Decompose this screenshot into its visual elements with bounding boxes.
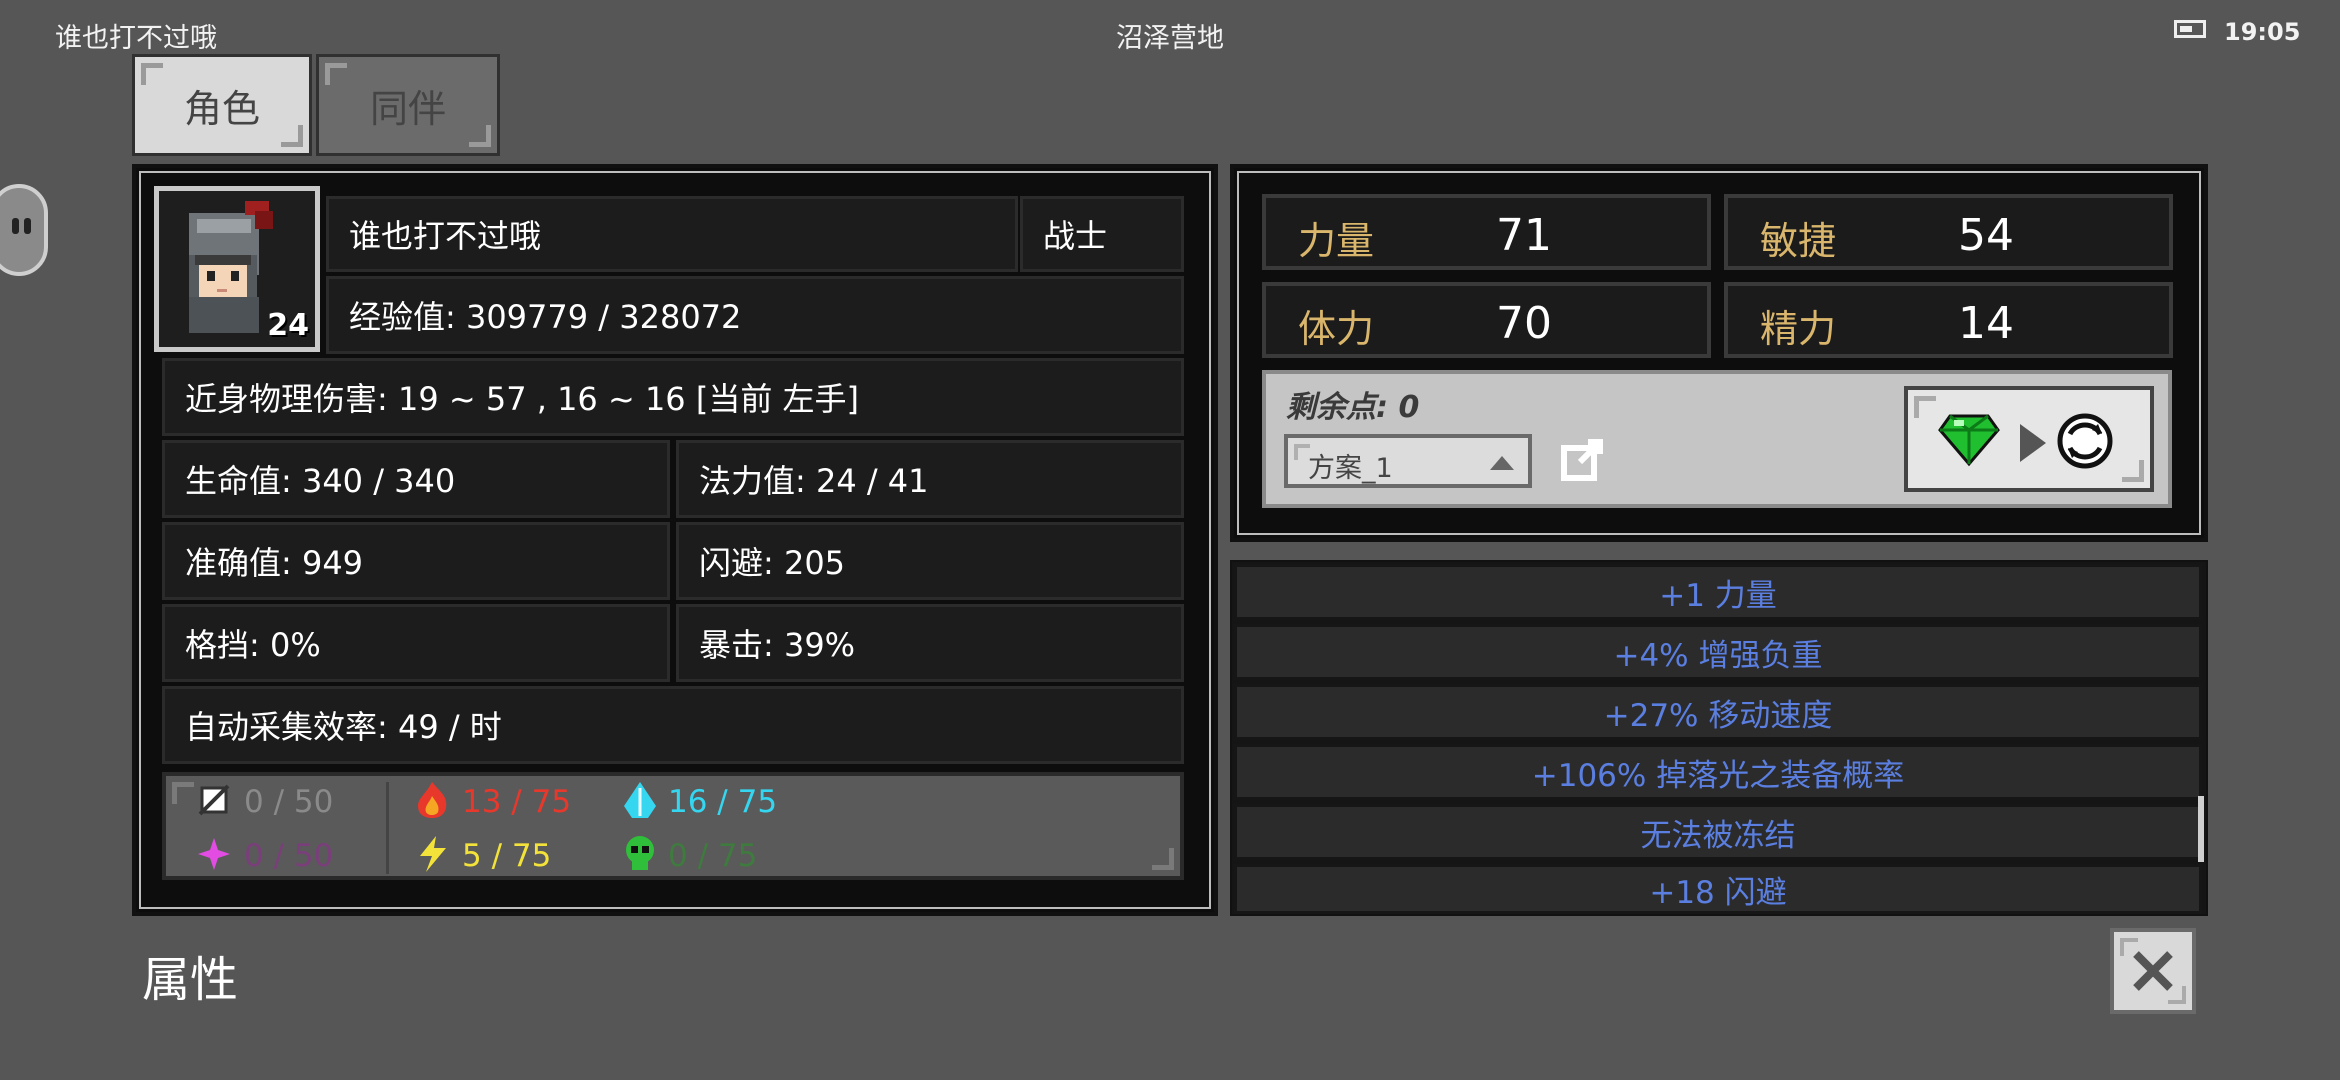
arcane-resist-value: 0 / 50	[244, 838, 334, 874]
battery-icon	[2174, 20, 2206, 38]
fire-resist-icon	[414, 780, 450, 820]
attribute-energy-label: 精力	[1760, 307, 1837, 351]
gem-icon	[1938, 414, 2000, 467]
ice-resist-icon	[622, 780, 658, 820]
melee-damage: 近身物理伤害: 19 ~ 57 , 16 ~ 16 [当前 左手]	[162, 358, 1184, 436]
scrollbar-thumb[interactable]	[2198, 796, 2204, 862]
physical-resist-value: 0 / 50	[244, 784, 334, 820]
lightning-resist-icon	[414, 834, 450, 874]
list-item: +18 闪避	[1234, 864, 2202, 914]
attribute-vitality: 体力 70	[1262, 282, 1711, 358]
ice-resist-value: 16 / 75	[668, 784, 778, 820]
dropdown-arrow-icon	[1490, 456, 1514, 470]
tab-character[interactable]: 角色	[132, 54, 312, 156]
physical-resist-icon	[196, 782, 232, 818]
arcane-resist-icon	[196, 836, 232, 872]
remaining-points: 剩余点: 0	[1286, 390, 1420, 425]
stat-mp: 法力值: 24 / 41	[676, 440, 1184, 518]
list-item: +27% 移动速度	[1234, 684, 2202, 740]
tab-companion[interactable]: 同伴	[316, 54, 500, 156]
list-item: +1 力量	[1234, 564, 2202, 620]
stat-hp: 生命值: 340 / 340	[162, 440, 670, 518]
poison-resist-icon	[622, 834, 658, 874]
experience-value: 经验值: 309779 / 328072	[326, 276, 1184, 354]
attribute-agility-value: 54	[1958, 210, 2014, 261]
character-portrait[interactable]: 24	[154, 186, 320, 352]
fire-resist-value: 13 / 75	[462, 784, 572, 820]
attribute-agility-label: 敏捷	[1760, 219, 1837, 263]
stat-block: 格挡: 0%	[162, 604, 670, 682]
reset-swirl-icon	[2057, 413, 2113, 469]
floating-assistant-button[interactable]	[0, 184, 48, 276]
attribute-agility: 敏捷 54	[1724, 194, 2173, 270]
attribute-strength-value: 71	[1496, 210, 1552, 261]
preset-dropdown[interactable]: 方案_1	[1284, 434, 1532, 488]
list-item: +4% 增强负重	[1234, 624, 2202, 680]
preset-dropdown-value: 方案_1	[1308, 453, 1393, 484]
reset-points-button[interactable]	[1904, 386, 2154, 492]
attribute-energy: 精力 14	[1724, 282, 2173, 358]
attribute-vitality-value: 70	[1496, 298, 1552, 349]
lightning-resist-value: 5 / 75	[462, 838, 552, 874]
character-name: 谁也打不过哦	[326, 196, 1018, 272]
status-player-name: 谁也打不过哦	[55, 23, 217, 54]
status-time: 19:05	[2224, 18, 2301, 46]
stat-accuracy: 准确值: 949	[162, 522, 670, 600]
close-icon	[2133, 951, 2173, 991]
status-location: 沼泽营地	[1116, 23, 1224, 54]
attribute-strength: 力量 71	[1262, 194, 1711, 270]
gather-rate: 自动采集效率: 49 / 时	[162, 686, 1184, 764]
attribute-energy-value: 14	[1958, 298, 2014, 349]
character-level: 24	[267, 308, 309, 343]
tab-companion-label: 同伴	[369, 86, 446, 131]
attribute-vitality-label: 体力	[1298, 307, 1375, 351]
character-class: 战士	[1020, 196, 1184, 272]
tab-character-label: 角色	[183, 86, 260, 131]
page-title: 属性	[142, 952, 239, 1008]
close-button[interactable]	[2110, 928, 2196, 1014]
arrow-right-icon	[2020, 424, 2046, 462]
stat-crit: 暴击: 39%	[676, 604, 1184, 682]
stat-dodge: 闪避: 205	[676, 522, 1184, 600]
list-item: 无法被冻结	[1234, 804, 2202, 860]
attribute-strength-label: 力量	[1298, 219, 1375, 263]
list-item: +106% 掉落光之装备概率	[1234, 744, 2202, 800]
export-icon[interactable]	[1560, 438, 1606, 484]
poison-resist-value: 0 / 75	[668, 838, 758, 874]
